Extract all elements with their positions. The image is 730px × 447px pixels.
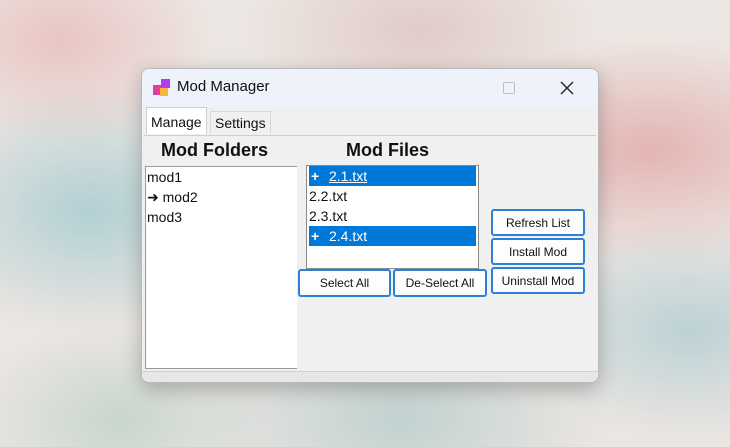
- uninstall-mod-button[interactable]: Uninstall Mod: [491, 267, 585, 294]
- file-item-2-1[interactable]: +2.1.txt: [309, 166, 476, 186]
- select-all-button[interactable]: Select All: [298, 269, 391, 297]
- folder-item-mod3[interactable]: mod3: [146, 207, 297, 227]
- maximize-icon: [503, 82, 515, 94]
- tab-strip: Manage Settings: [144, 107, 596, 136]
- mod-files-heading: Mod Files: [346, 140, 430, 160]
- tab-manage[interactable]: Manage: [146, 107, 207, 134]
- file-label: 2.2.txt: [309, 188, 348, 204]
- mod-folders-heading: Mod Folders: [161, 140, 268, 160]
- file-label: 2.1.txt: [329, 168, 368, 184]
- mod-files-list[interactable]: +2.1.txt 2.2.txt 2.3.txt +2.4.txt: [306, 165, 479, 269]
- file-item-2-4[interactable]: +2.4.txt: [309, 226, 476, 246]
- file-item-2-3[interactable]: 2.3.txt: [309, 206, 476, 226]
- folder-label: mod3: [147, 209, 183, 225]
- title-bar[interactable]: Mod Manager: [142, 69, 598, 107]
- folder-label: mod1: [147, 169, 183, 185]
- plus-icon: +: [311, 228, 320, 244]
- close-icon: [560, 81, 574, 95]
- folder-label: mod2: [162, 189, 198, 205]
- folder-item-mod2[interactable]: ➜ mod2: [146, 187, 297, 207]
- file-label: 2.3.txt: [309, 208, 348, 224]
- file-item-2-2[interactable]: 2.2.txt: [309, 186, 476, 206]
- plus-icon: +: [311, 168, 320, 184]
- deselect-all-button[interactable]: De-Select All: [393, 269, 487, 297]
- status-bar: [142, 371, 598, 382]
- arrow-right-icon: ➜: [147, 189, 163, 205]
- install-mod-button[interactable]: Install Mod: [491, 238, 585, 265]
- close-button[interactable]: [544, 69, 590, 107]
- tab-settings[interactable]: Settings: [210, 111, 271, 134]
- app-icon: [153, 79, 170, 96]
- mod-manager-window: Mod Manager Manage Settings Mod Folders …: [141, 68, 599, 383]
- maximize-button[interactable]: [486, 69, 532, 107]
- refresh-list-button[interactable]: Refresh List: [491, 209, 585, 236]
- file-label: 2.4.txt: [329, 228, 368, 244]
- window-title: Mod Manager: [177, 78, 270, 95]
- mod-folders-list[interactable]: mod1 ➜ mod2 mod3: [145, 166, 297, 369]
- folder-item-mod1[interactable]: mod1: [146, 167, 297, 187]
